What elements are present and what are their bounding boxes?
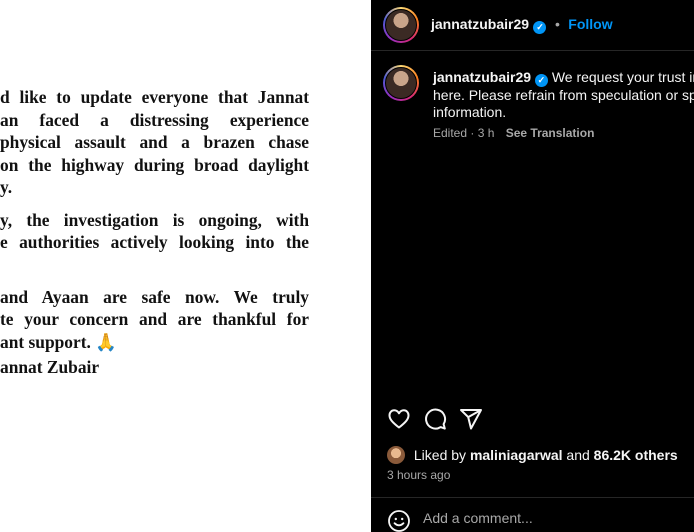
- follow-button[interactable]: Follow: [568, 16, 612, 32]
- statement-line: e authorities actively looking into the: [0, 232, 309, 252]
- caption-line: information.: [433, 104, 507, 120]
- separator-dot: •: [554, 16, 560, 32]
- statement-line: and Ayaan are safe now. We truly: [0, 286, 309, 307]
- likes-summary: Liked by maliniagarwal and 86.2K others: [387, 446, 678, 464]
- post-time[interactable]: 3 hours ago: [387, 468, 450, 482]
- share-icon[interactable]: [459, 407, 483, 431]
- caption-avatar[interactable]: [383, 65, 419, 101]
- statement-line: y.: [0, 177, 13, 197]
- statement-line: ant support. 🙏: [0, 331, 117, 352]
- statement-line: te your concern and are thankful for: [0, 309, 309, 329]
- statement-line: an faced a distressing experience: [0, 109, 309, 130]
- likes-count-link[interactable]: 86.2K others: [594, 447, 678, 463]
- verified-badge-icon: ✓: [533, 21, 547, 34]
- statement-line: d like to update everyone that Jannat: [0, 87, 309, 107]
- comment-bar: [371, 497, 694, 532]
- heart-icon[interactable]: [387, 407, 411, 431]
- statement-line: y, the investigation is ongoing, with: [0, 209, 309, 230]
- author-username[interactable]: jannatzubair29: [431, 16, 529, 32]
- post-caption: jannatzubair29 ✓ We request your trust i…: [433, 69, 694, 121]
- statement-line: physical assault and a brazen chase: [0, 132, 309, 152]
- verified-badge-icon: ✓: [534, 74, 548, 87]
- statement-text: d like to update everyone that Jannat an…: [0, 86, 309, 379]
- emoji-icon[interactable]: [387, 509, 411, 532]
- liker-avatar[interactable]: [387, 446, 405, 464]
- statement-line: on the highway during broad daylight: [0, 154, 309, 175]
- caption-username[interactable]: jannatzubair29: [433, 69, 531, 85]
- post-header: jannatzubair29 ✓ • Follow: [371, 0, 694, 51]
- comment-icon[interactable]: [423, 407, 447, 431]
- caption-line: We request your trust in t: [551, 69, 694, 85]
- author-avatar[interactable]: [383, 7, 419, 43]
- edited-timestamp: Edited · 3 h: [433, 126, 495, 140]
- statement-image: d like to update everyone that Jannat an…: [0, 0, 371, 532]
- caption-line: here. Please refrain from speculation or…: [433, 87, 694, 103]
- liked-by-prefix: Liked by: [413, 447, 467, 463]
- comment-input[interactable]: [423, 507, 683, 529]
- statement-signature: annat Zubair: [0, 357, 100, 377]
- post-sidebar: jannatzubair29 ✓ • Follow jannatzubair29…: [371, 0, 694, 532]
- liked-by-user-link[interactable]: maliniagarwal: [470, 447, 563, 463]
- see-translation-link[interactable]: See Translation: [506, 126, 595, 140]
- liked-by-and: and: [566, 447, 590, 463]
- caption-meta: Edited · 3 h See Translation: [433, 126, 594, 140]
